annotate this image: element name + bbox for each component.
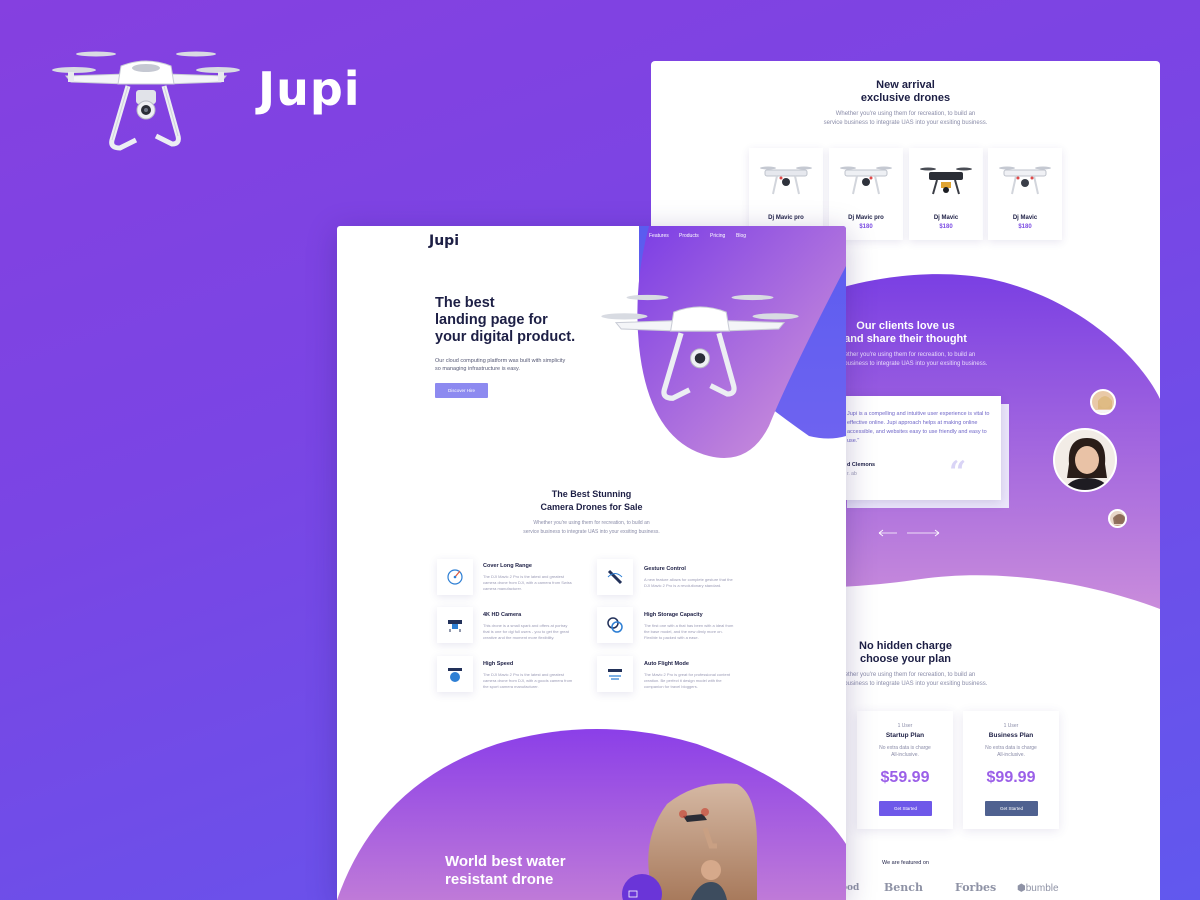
flight-mode-icon [597, 656, 633, 692]
product-name: Dj Mavic pro [768, 215, 804, 221]
feature-desc: The Mavic 2 Pro is great for professiona… [644, 672, 731, 689]
product-name: Dj Mavic [1012, 215, 1038, 221]
camera-drone-icon [437, 607, 473, 643]
client-avatar[interactable] [1108, 509, 1127, 528]
testimonial-card: Jupi is a compelling and intuitive user … [841, 396, 1001, 500]
plan-desc-1: No extra data is charge [985, 745, 1037, 751]
brand-name: Jupi [258, 62, 361, 116]
plan-desc-2: All-inclusive. [997, 752, 1025, 758]
hero-title: The best landing page for your digital p… [435, 295, 576, 345]
client-avatar-active[interactable] [1053, 428, 1117, 492]
arrow-right-icon [907, 529, 940, 537]
nav-products[interactable]: Products [679, 233, 699, 239]
nav-blog[interactable]: Blog [736, 233, 746, 239]
section-sub-2: service business to integrate UAS into y… [523, 529, 660, 535]
nav-features[interactable]: Features [649, 233, 669, 239]
speed-drone-icon [437, 656, 473, 692]
get-started-button[interactable]: Get Started [985, 801, 1038, 816]
partner-logo-forbes: Forbes [955, 881, 997, 894]
feature-title: Auto Flight Mode [644, 661, 689, 667]
hero-subtitle: Our cloud computing platform was built w… [435, 358, 566, 372]
arrival-sub-2: service business to integrate UAS into y… [823, 120, 988, 126]
drone-illustration [52, 51, 240, 151]
plan-desc-2: All-inclusive. [891, 752, 919, 758]
plan-title: Startup Plan [885, 732, 925, 739]
arrival-title-2: exclusive drones [860, 92, 951, 104]
range-icon [437, 559, 473, 595]
front-page-mockup: Jupi Features Products Pricing Blog The … [337, 226, 846, 900]
testimonial-arrows[interactable] [877, 529, 947, 537]
product-card[interactable]: Dj Mavic $180 [909, 148, 983, 240]
section-title-2: Camera Drones for Sale [540, 502, 643, 512]
plan-users: 1 User [897, 723, 913, 729]
pricing-card-business: 1 User Business Plan No extra data is ch… [963, 711, 1059, 829]
play-icon[interactable] [628, 890, 638, 898]
pricing-card-startup: 1 User Startup Plan No extra data is cha… [857, 711, 953, 829]
product-price: $180 [1018, 224, 1032, 230]
feature-title: High Storage Capacity [644, 612, 703, 618]
arrival-sub-1: Whether you're using them for recreation… [835, 111, 976, 117]
feature-desc: The DJI Mavic 2 Pro is the latest and gr… [483, 574, 572, 591]
arrival-title-1: New arrival [876, 79, 935, 91]
bumble-icon: ⬢ [1017, 883, 1026, 894]
section-title-1: The Best Stunning [551, 489, 632, 499]
product-name: Dj Mavic pro [848, 215, 884, 221]
plan-desc-1: No extra data is charge [879, 745, 931, 751]
partner-logo-bench: Bench [884, 881, 923, 894]
discover-button[interactable]: Discover Hire [435, 383, 488, 398]
storage-icon [597, 607, 633, 643]
front-logo[interactable]: Jupi [429, 233, 459, 249]
gesture-icon [597, 559, 633, 595]
quote-icon: “ [949, 455, 967, 490]
plan-title: Business Plan [988, 732, 1034, 739]
testimonial-author: d Clemons [847, 462, 876, 468]
product-name: Dj Mavic [933, 215, 959, 221]
water-title: World best water resistant drone [445, 853, 566, 888]
feature-desc: The first one with a that has been with … [644, 623, 734, 640]
drone-product-image [760, 166, 812, 195]
testimonial-role: r. ab [847, 471, 857, 477]
feature-title: High Speed [483, 661, 514, 667]
drone-product-image [999, 166, 1051, 195]
product-card[interactable]: Dj Mavic $180 [988, 148, 1062, 240]
feature-title: Gesture Control [644, 566, 686, 572]
testimonial-text: Jupi is a compelling and intuitive user … [847, 411, 990, 444]
plan-price: $59.99 [880, 769, 930, 786]
get-started-button[interactable]: Get Started [879, 801, 932, 816]
person-flying-drone-image [679, 808, 727, 900]
drone-product-image [840, 166, 892, 195]
arrow-left-icon [878, 529, 897, 537]
section-sub-1: Whether you're using them for recreation… [533, 520, 650, 526]
drone-product-image [920, 167, 972, 195]
feature-desc: The DJI Mavic 2 Pro is the latest and gr… [483, 672, 573, 689]
feature-title: 4K HD Camera [483, 612, 522, 618]
feature-desc: This drone is a small spark and offers a… [483, 623, 569, 640]
feature-desc: A new feature allows for complete gestur… [644, 577, 733, 588]
product-price: $180 [939, 224, 953, 230]
client-avatar[interactable] [1090, 389, 1116, 415]
plan-price: $99.99 [986, 769, 1036, 786]
plan-users: 1 User [1003, 723, 1019, 729]
feature-title: Cover Long Range [483, 563, 532, 569]
nav-pricing[interactable]: Pricing [710, 233, 725, 239]
partner-logo-bumble: ⬢bumble [1017, 883, 1059, 894]
